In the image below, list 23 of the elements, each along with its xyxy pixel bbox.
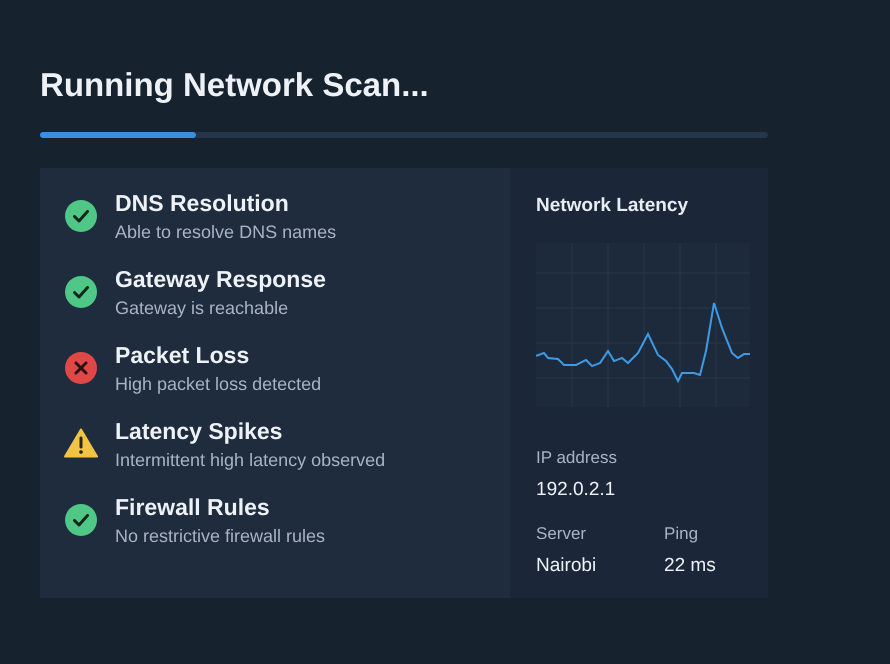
check-icon xyxy=(65,200,97,232)
info-label: IP address xyxy=(536,446,618,468)
check-icon xyxy=(65,504,97,536)
check-description: No restrictive firewall rules xyxy=(115,525,326,548)
info-value: 22 ms xyxy=(664,554,716,578)
check-description: Intermittent high latency observed xyxy=(115,449,386,472)
check-description: High packet loss detected xyxy=(115,373,322,396)
info-label: Ping xyxy=(664,522,700,544)
page-title: Running Network Scan... xyxy=(40,65,430,105)
error-icon xyxy=(65,352,97,384)
check-title: Latency Spikes xyxy=(115,417,284,446)
info-label: Server xyxy=(536,522,588,544)
check-title: Packet Loss xyxy=(115,341,250,370)
info-value: Nairobi xyxy=(536,554,598,578)
info-value: 192.0.2.1 xyxy=(536,478,616,502)
warning-icon xyxy=(64,428,98,458)
check-description: Gateway is reachable xyxy=(115,297,290,320)
check-title: DNS Resolution xyxy=(115,189,290,218)
check-icon xyxy=(65,276,97,308)
check-title: Firewall Rules xyxy=(115,493,271,522)
check-description: Able to resolve DNS names xyxy=(115,221,336,244)
check-title: Gateway Response xyxy=(115,265,326,294)
panel-title: Network Latency xyxy=(536,194,690,218)
